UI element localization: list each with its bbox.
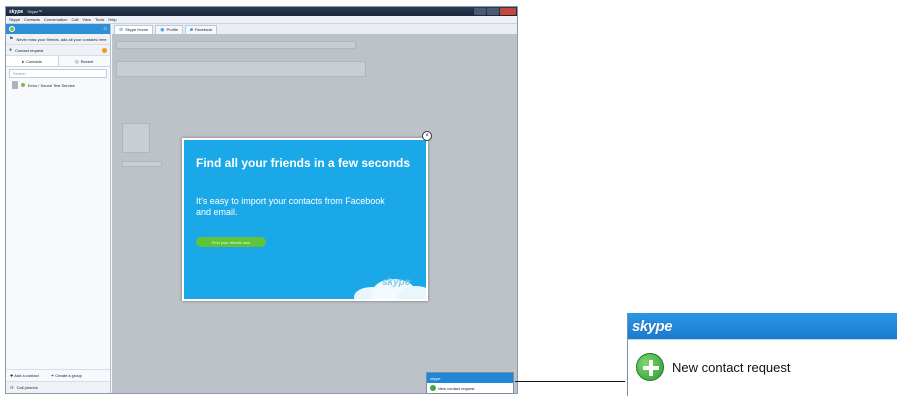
tab-facebook-label: Facebook	[194, 27, 213, 32]
clock-icon: ◷	[75, 58, 79, 64]
presence-icon	[21, 83, 25, 87]
add-contact-icon	[636, 353, 664, 381]
skype-cloud-logo: skype	[354, 277, 426, 299]
dialog-heading: Find all your friends in a few seconds	[196, 156, 411, 170]
menu-skype[interactable]: Skype	[9, 17, 20, 22]
close-window-button[interactable]	[500, 8, 516, 15]
tab-skype-home[interactable]: ⊚ Skype Home	[114, 24, 154, 34]
person-icon: ●	[9, 47, 13, 53]
add-contact-label: Add a contact	[14, 373, 39, 378]
create-group-label: Create a group	[55, 373, 82, 378]
cloud-brand: skype	[382, 277, 411, 288]
call-phones-label: Call phones	[16, 385, 38, 390]
menu-conversation[interactable]: Conversation	[44, 17, 68, 22]
maximize-button[interactable]	[487, 8, 499, 15]
tab-facebook[interactable]: ■ Facebook	[184, 24, 218, 34]
tab-profile-label: Profile	[166, 27, 178, 32]
search-input[interactable]: Search	[9, 69, 107, 78]
tab-contacts[interactable]: ● Contacts	[6, 56, 59, 66]
call-phones-button[interactable]: ☷ Call phones	[6, 381, 110, 393]
menu-contacts[interactable]: Contacts	[24, 17, 40, 22]
tab-recent-label: Recent	[80, 58, 94, 64]
ghost-header	[116, 41, 356, 49]
sidebar: ⌂ ⚑ Never miss your friends, add all you…	[6, 24, 111, 393]
create-group-button[interactable]: ⚭ Create a group	[51, 373, 82, 378]
minimize-button[interactable]	[474, 8, 486, 15]
menu-tools[interactable]: Tools	[95, 17, 104, 22]
import-contacts-row[interactable]: ⚑ Never miss your friends, add all your …	[6, 34, 110, 45]
contact-tabs: ● Contacts ◷ Recent	[6, 56, 110, 67]
tab-profile[interactable]: ◉ Profile	[155, 24, 183, 34]
close-icon[interactable]: ×	[422, 131, 432, 141]
add-contact-button[interactable]: ✚ Add a contact	[10, 373, 39, 378]
add-contact-icon	[430, 385, 436, 391]
person-icon: ●	[21, 58, 25, 64]
window-controls	[474, 7, 517, 16]
toast-small-text: New contact request	[438, 385, 475, 391]
home-icon[interactable]: ⌂	[103, 26, 107, 32]
find-friends-dialog: Find all your friends in a few seconds I…	[182, 138, 428, 301]
callout-line	[515, 381, 625, 382]
facebook-icon: ■	[189, 26, 193, 33]
toast-small-body: New contact request	[427, 383, 513, 393]
tab-skype-home-label: Skype Home	[125, 27, 149, 32]
online-status-icon[interactable]	[9, 26, 15, 32]
toast-big-text: New contact request	[672, 359, 791, 375]
ghost-avatar	[122, 123, 150, 153]
skype-logo: skype	[632, 317, 673, 335]
list-item[interactable]: Echo / Sound Test Service	[6, 80, 110, 90]
ghost-text	[122, 161, 162, 167]
sidebar-actions: ✚ Add a contact ⚭ Create a group	[6, 369, 110, 381]
toast-big-body: New contact request	[628, 339, 897, 394]
toast-small-header: skype	[427, 373, 513, 383]
profile-bar[interactable]: ⌂	[6, 24, 110, 34]
contact-request-row[interactable]: ● Contact request	[6, 45, 110, 56]
ghost-section	[116, 61, 366, 77]
tab-recent[interactable]: ◷ Recent	[59, 56, 111, 66]
skype-logo-small: skype	[9, 8, 24, 15]
skype-icon: ⊚	[119, 26, 124, 33]
find-friends-button[interactable]: Find your friends now	[196, 237, 266, 247]
notification-toast-zoomed[interactable]: skype New contact request	[627, 313, 897, 396]
menu-help[interactable]: Help	[108, 17, 116, 22]
notification-toast-small[interactable]: skype New contact request	[426, 372, 514, 394]
contact-request-label: Contact request	[15, 47, 44, 53]
menu-call[interactable]: Call	[72, 17, 79, 22]
screenshot-root: skype Skype™ Skype Contacts Conversation…	[0, 0, 897, 396]
main-tabs: ⊚ Skype Home ◉ Profile ■ Facebook	[112, 24, 517, 35]
dialpad-icon: ☷	[10, 385, 14, 390]
avatar	[12, 81, 18, 89]
title-bar: skype Skype™	[6, 7, 517, 16]
toast-big-header: skype	[628, 313, 897, 339]
window-title: Skype™	[27, 9, 43, 14]
import-prompt: Never miss your friends, add all your co…	[16, 36, 107, 42]
notification-badge	[102, 47, 107, 53]
dialog-body: It's easy to import your contacts from F…	[196, 196, 385, 217]
menu-bar: Skype Contacts Conversation Call View To…	[6, 16, 517, 24]
toast-small-brand: skype	[430, 375, 441, 381]
profile-icon: ◉	[160, 26, 165, 33]
add-contacts-icon: ⚑	[9, 36, 14, 42]
sidebar-footer: ✚ Add a contact ⚭ Create a group ☷ Call …	[6, 369, 110, 393]
contact-name: Echo / Sound Test Service	[28, 82, 75, 88]
tab-contacts-label: Contacts	[26, 58, 42, 64]
menu-view[interactable]: View	[82, 17, 91, 22]
